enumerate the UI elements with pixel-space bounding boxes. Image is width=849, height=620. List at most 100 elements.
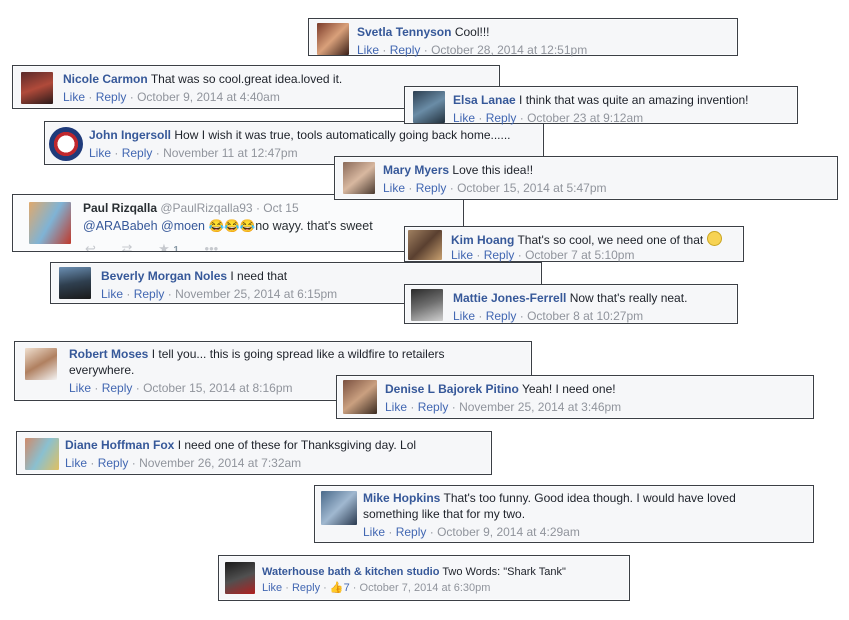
emoji: 😂😂😂 xyxy=(208,219,256,233)
timestamp[interactable]: November 11 at 12:47pm xyxy=(163,146,298,160)
timestamp[interactable]: November 26, 2014 at 7:32am xyxy=(139,456,301,470)
timestamp[interactable]: October 8 at 10:27pm xyxy=(527,309,643,323)
reply-link[interactable]: Reply xyxy=(418,400,449,414)
reply-link[interactable]: Reply xyxy=(486,111,517,125)
separator: · xyxy=(94,381,99,395)
smiley-emoji-icon xyxy=(706,231,722,246)
avatar[interactable] xyxy=(49,127,83,161)
reply-link[interactable]: Reply xyxy=(122,146,153,160)
like-link[interactable]: Like xyxy=(385,400,407,414)
like-link[interactable]: Like xyxy=(63,90,85,104)
timestamp[interactable]: October 28, 2014 at 12:51pm xyxy=(431,43,587,57)
like-count[interactable]: 7 xyxy=(344,582,350,594)
comment-card: Kim Hoang That's so cool, we need one of… xyxy=(404,226,744,262)
comment-text: That's too funny. Good idea though. I wo… xyxy=(443,491,736,505)
commenter-name[interactable]: Nicole Carmon xyxy=(63,72,148,86)
separator: · xyxy=(382,43,387,57)
avatar[interactable] xyxy=(25,438,59,470)
commenter-name[interactable]: Robert Moses xyxy=(69,347,148,361)
avatar[interactable] xyxy=(225,562,255,594)
like-link[interactable]: Like xyxy=(453,309,475,323)
reply-link[interactable]: Reply xyxy=(102,381,133,395)
like-link[interactable]: Like xyxy=(89,146,111,160)
avatar[interactable] xyxy=(29,202,71,244)
like-link[interactable]: Like xyxy=(451,248,473,262)
comment-text: Two Words: "Shark Tank" xyxy=(442,566,566,578)
commenter-name[interactable]: Kim Hoang xyxy=(451,233,514,247)
avatar[interactable] xyxy=(21,72,53,104)
commenter-name[interactable]: Waterhouse bath & kitchen studio xyxy=(262,566,439,578)
avatar[interactable] xyxy=(411,289,443,321)
tweet-author-name[interactable]: Paul Rizqalla xyxy=(83,201,157,215)
separator: · xyxy=(131,456,136,470)
reply-link[interactable]: Reply xyxy=(98,456,129,470)
timestamp[interactable]: November 25, 2014 at 6:15pm xyxy=(175,287,337,301)
tweet-card: Paul Rizqalla @PaulRizqalla93 · Oct 15 @… xyxy=(12,194,464,252)
reply-link[interactable]: Reply xyxy=(396,525,427,539)
like-link[interactable]: Like xyxy=(363,525,385,539)
favorite-count: 1 xyxy=(173,245,179,252)
comment-text: That's so cool, we need one of that xyxy=(517,233,704,247)
avatar[interactable] xyxy=(408,230,442,260)
like-link[interactable]: Like xyxy=(69,381,91,395)
commenter-name[interactable]: Denise L Bajorek Pitino xyxy=(385,382,519,396)
avatar[interactable] xyxy=(413,91,445,123)
reply-link[interactable]: Reply xyxy=(390,43,421,57)
like-link[interactable]: Like xyxy=(383,181,405,195)
comment-text: Yeah! I need one! xyxy=(521,382,616,396)
commenter-name[interactable]: Beverly Morgan Noles xyxy=(101,269,227,283)
avatar[interactable] xyxy=(59,267,91,299)
commenter-name[interactable]: John Ingersoll xyxy=(89,128,171,142)
timestamp[interactable]: October 9, 2014 at 4:29am xyxy=(437,525,580,539)
commenter-name[interactable]: Svetla Tennyson xyxy=(357,25,451,39)
avatar[interactable] xyxy=(343,162,375,194)
reply-link[interactable]: Reply xyxy=(96,90,127,104)
separator: · xyxy=(410,400,415,414)
reply-link[interactable]: Reply xyxy=(484,248,515,262)
mention-link[interactable]: @ARABabeh xyxy=(83,219,158,233)
timestamp[interactable]: October 15, 2014 at 8:16pm xyxy=(143,381,292,395)
comment-card: Elsa Lanae I think that was quite an ama… xyxy=(404,86,798,125)
mention-link[interactable]: @moen xyxy=(161,219,205,233)
timestamp[interactable]: October 15, 2014 at 5:47pm xyxy=(457,181,606,195)
timestamp[interactable]: October 7 at 5:10pm xyxy=(525,248,634,262)
commenter-name[interactable]: Elsa Lanae xyxy=(453,93,516,107)
reply-link[interactable]: Reply xyxy=(292,582,320,594)
avatar[interactable] xyxy=(317,23,349,55)
like-link[interactable]: Like xyxy=(453,111,475,125)
reply-icon[interactable]: ↩ xyxy=(85,241,96,251)
separator: · xyxy=(519,309,524,323)
timestamp[interactable]: October 23 at 9:12am xyxy=(527,111,643,125)
comment-card: Diane Hoffman Fox I need one of these fo… xyxy=(16,431,492,475)
separator: · xyxy=(155,146,160,160)
reply-link[interactable]: Reply xyxy=(416,181,447,195)
like-link[interactable]: Like xyxy=(101,287,123,301)
timestamp[interactable]: October 9, 2014 at 4:40am xyxy=(137,90,280,104)
separator: · xyxy=(476,248,481,262)
tweet-date[interactable]: Oct 15 xyxy=(263,201,298,215)
favorite-icon[interactable]: ★ 1 xyxy=(158,241,179,252)
timestamp[interactable]: October 7, 2014 at 6:30pm xyxy=(360,582,491,594)
commenter-name[interactable]: Mike Hopkins xyxy=(363,491,440,505)
like-link[interactable]: Like xyxy=(65,456,87,470)
reply-link[interactable]: Reply xyxy=(486,309,517,323)
separator: · xyxy=(114,146,119,160)
comment-card: Svetla Tennyson Cool!!! Like · Reply · O… xyxy=(308,18,738,57)
thumbs-up-icon[interactable]: 👍 xyxy=(330,582,344,594)
more-icon[interactable]: ••• xyxy=(205,241,219,251)
commenter-name[interactable]: Mary Myers xyxy=(383,163,449,177)
separator: · xyxy=(423,43,428,57)
avatar[interactable] xyxy=(321,491,357,525)
commenter-name[interactable]: Mattie Jones-Ferrell xyxy=(453,291,566,305)
comment-card: Denise L Bajorek Pitino Yeah! I need one… xyxy=(336,375,814,419)
avatar[interactable] xyxy=(343,380,377,414)
like-link[interactable]: Like xyxy=(357,43,379,57)
retweet-icon[interactable]: ⇄ xyxy=(122,241,133,251)
commenter-name[interactable]: Diane Hoffman Fox xyxy=(65,438,174,452)
comment-card: Mattie Jones-Ferrell Now that's really n… xyxy=(404,284,738,324)
like-link[interactable]: Like xyxy=(262,582,282,594)
reply-link[interactable]: Reply xyxy=(134,287,165,301)
avatar[interactable] xyxy=(25,348,57,380)
timestamp[interactable]: November 25, 2014 at 3:46pm xyxy=(459,400,621,414)
tweet-handle[interactable]: @PaulRizqalla93 xyxy=(160,201,252,215)
